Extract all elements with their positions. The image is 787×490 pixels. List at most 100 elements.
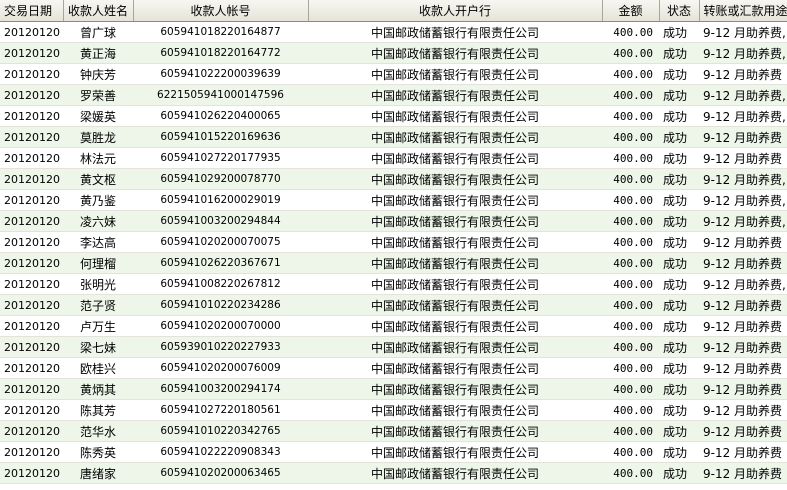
cell-usage: 9-12 月助养费 bbox=[699, 336, 787, 358]
cell-bank: 中国邮政储蓄银行有限责任公司 bbox=[308, 168, 602, 190]
cell-name: 李达高 bbox=[63, 231, 133, 253]
cell-date: 20120120 bbox=[0, 336, 63, 358]
cell-bank: 中国邮政储蓄银行有限责任公司 bbox=[308, 336, 602, 358]
cell-status: 成功 bbox=[659, 273, 699, 295]
table-row[interactable]: 20120120 黄乃鉴 605941016200029019 中国邮政储蓄银行有限责… bbox=[0, 189, 787, 211]
column-header-name[interactable]: 收款人姓名 bbox=[63, 0, 134, 22]
cell-name: 唐绪家 bbox=[63, 462, 133, 484]
table-row[interactable]: 20120120 何理榴 605941026220367671 中国邮政储蓄银行有限责… bbox=[0, 252, 787, 274]
cell-status: 成功 bbox=[659, 441, 699, 463]
table-row[interactable]: 20120120 李达高 605941020200070075 中国邮政储蓄银行有限责… bbox=[0, 231, 787, 253]
table-row[interactable]: 20120120 林法元 605941027220177935 中国邮政储蓄银行有限责… bbox=[0, 147, 787, 169]
table-row[interactable]: 20120120 范子贤 605941010220234286 中国邮政储蓄银行有限责… bbox=[0, 294, 787, 316]
cell-usage: 9-12 月助养费, bbox=[699, 273, 787, 295]
cell-name: 罗荣善 bbox=[63, 84, 133, 106]
cell-name: 黄乃鉴 bbox=[63, 189, 133, 211]
cell-status: 成功 bbox=[659, 462, 699, 484]
cell-usage: 9-12 月助养费, bbox=[699, 105, 787, 127]
cell-bank: 中国邮政储蓄银行有限责任公司 bbox=[308, 63, 602, 85]
table-row[interactable]: 20120120 范华水 605941010220342765 中国邮政储蓄银行有限责… bbox=[0, 420, 787, 442]
cell-date: 20120120 bbox=[0, 126, 63, 148]
cell-account: 605941022200039639 bbox=[133, 63, 308, 85]
cell-account: 605941020200063465 bbox=[133, 462, 308, 484]
table-row[interactable]: 20120120 凌六妹 605941003200294844 中国邮政储蓄银行有限责… bbox=[0, 210, 787, 232]
cell-status: 成功 bbox=[659, 252, 699, 274]
cell-bank: 中国邮政储蓄银行有限责任公司 bbox=[308, 126, 602, 148]
cell-account: 6221505941000147596 bbox=[133, 84, 308, 106]
table-row[interactable]: 20120120 黄正海 605941018220164772 中国邮政储蓄银行有限责… bbox=[0, 42, 787, 64]
table-row[interactable]: 20120120 唐绪家 605941020200063465 中国邮政储蓄银行有限责… bbox=[0, 462, 787, 484]
table-row[interactable]: 20120120 陈秀英 605941022220908343 中国邮政储蓄银行有限责… bbox=[0, 441, 787, 463]
cell-date: 20120120 bbox=[0, 294, 63, 316]
cell-usage: 9-12 月助养费 bbox=[699, 441, 787, 463]
table-row[interactable]: 20120120 罗荣善 6221505941000147596 中国邮政储蓄银行有限… bbox=[0, 84, 787, 106]
cell-name: 范子贤 bbox=[63, 294, 133, 316]
table-row[interactable]: 20120120 曾广球 605941018220164877 中国邮政储蓄银行有限责… bbox=[0, 21, 787, 43]
table-row[interactable]: 20120120 卢万生 605941020200070000 中国邮政储蓄银行有限责… bbox=[0, 315, 787, 337]
cell-bank: 中国邮政储蓄银行有限责任公司 bbox=[308, 210, 602, 232]
cell-bank: 中国邮政储蓄银行有限责任公司 bbox=[308, 21, 602, 43]
cell-amount: 400.00 bbox=[602, 273, 659, 295]
column-header-status[interactable]: 状态 bbox=[659, 0, 700, 22]
column-header-bank[interactable]: 收款人开户行 bbox=[308, 0, 603, 22]
cell-date: 20120120 bbox=[0, 441, 63, 463]
cell-status: 成功 bbox=[659, 315, 699, 337]
cell-date: 20120120 bbox=[0, 210, 63, 232]
cell-status: 成功 bbox=[659, 336, 699, 358]
cell-bank: 中国邮政储蓄银行有限责任公司 bbox=[308, 105, 602, 127]
cell-name: 凌六妹 bbox=[63, 210, 133, 232]
cell-amount: 400.00 bbox=[602, 315, 659, 337]
table-row[interactable]: 20120120 欧桂兴 605941020200076009 中国邮政储蓄银行有限责… bbox=[0, 357, 787, 379]
cell-account: 605941018220164772 bbox=[133, 42, 308, 64]
cell-status: 成功 bbox=[659, 294, 699, 316]
table-row[interactable]: 20120120 陈其芳 605941027220180561 中国邮政储蓄银行有限责… bbox=[0, 399, 787, 421]
cell-name: 梁媛英 bbox=[63, 105, 133, 127]
cell-name: 黄炳其 bbox=[63, 378, 133, 400]
cell-usage: 9-12 月助养费 bbox=[699, 252, 787, 274]
cell-amount: 400.00 bbox=[602, 252, 659, 274]
cell-bank: 中国邮政储蓄银行有限责任公司 bbox=[308, 357, 602, 379]
cell-date: 20120120 bbox=[0, 147, 63, 169]
cell-status: 成功 bbox=[659, 420, 699, 442]
cell-amount: 400.00 bbox=[602, 84, 659, 106]
table-row[interactable]: 20120120 黄炳其 605941003200294174 中国邮政储蓄银行有限责… bbox=[0, 378, 787, 400]
cell-status: 成功 bbox=[659, 21, 699, 43]
table-body: 20120120 曾广球 605941018220164877 中国邮政储蓄银行有限责… bbox=[0, 21, 787, 484]
cell-usage: 9-12 月助养费 bbox=[699, 462, 787, 484]
cell-date: 20120120 bbox=[0, 252, 63, 274]
table-row[interactable]: 20120120 钟庆芳 605941022200039639 中国邮政储蓄银行有限责… bbox=[0, 63, 787, 85]
cell-bank: 中国邮政储蓄银行有限责任公司 bbox=[308, 189, 602, 211]
column-header-amount[interactable]: 金额 bbox=[602, 0, 660, 22]
cell-date: 20120120 bbox=[0, 399, 63, 421]
cell-usage: 9-12 月助养费, bbox=[699, 168, 787, 190]
table-row[interactable]: 20120120 黄文枢 605941029200078770 中国邮政储蓄银行有限责… bbox=[0, 168, 787, 190]
column-header-usage[interactable]: 转账或汇款用途 bbox=[699, 0, 787, 22]
cell-status: 成功 bbox=[659, 231, 699, 253]
cell-amount: 400.00 bbox=[602, 441, 659, 463]
cell-account: 605941015220169636 bbox=[133, 126, 308, 148]
table-row[interactable]: 20120120 张明光 605941008220267812 中国邮政储蓄银行有限责… bbox=[0, 273, 787, 295]
cell-account: 605941026220367671 bbox=[133, 252, 308, 274]
cell-name: 钟庆芳 bbox=[63, 63, 133, 85]
table-row[interactable]: 20120120 莫胜龙 605941015220169636 中国邮政储蓄银行有限责… bbox=[0, 126, 787, 148]
cell-amount: 400.00 bbox=[602, 21, 659, 43]
cell-date: 20120120 bbox=[0, 84, 63, 106]
cell-amount: 400.00 bbox=[602, 420, 659, 442]
column-header-account[interactable]: 收款人帐号 bbox=[133, 0, 309, 22]
cell-usage: 9-12 月助养费, bbox=[699, 42, 787, 64]
cell-account: 605941020200076009 bbox=[133, 357, 308, 379]
cell-usage: 9-12 月助养费 bbox=[699, 378, 787, 400]
cell-date: 20120120 bbox=[0, 231, 63, 253]
table-row[interactable]: 20120120 梁媛英 605941026220400065 中国邮政储蓄银行有限责… bbox=[0, 105, 787, 127]
cell-bank: 中国邮政储蓄银行有限责任公司 bbox=[308, 399, 602, 421]
cell-bank: 中国邮政储蓄银行有限责任公司 bbox=[308, 273, 602, 295]
cell-usage: 9-12 月助养费, bbox=[699, 189, 787, 211]
table-row[interactable]: 20120120 梁七妹 605939010220227933 中国邮政储蓄银行有限责… bbox=[0, 336, 787, 358]
cell-bank: 中国邮政储蓄银行有限责任公司 bbox=[308, 420, 602, 442]
cell-account: 605941020200070000 bbox=[133, 315, 308, 337]
cell-name: 莫胜龙 bbox=[63, 126, 133, 148]
cell-usage: 9-12 月助养费 bbox=[699, 399, 787, 421]
column-header-date[interactable]: 交易日期 bbox=[0, 0, 64, 22]
cell-account: 605941010220234286 bbox=[133, 294, 308, 316]
cell-amount: 400.00 bbox=[602, 42, 659, 64]
